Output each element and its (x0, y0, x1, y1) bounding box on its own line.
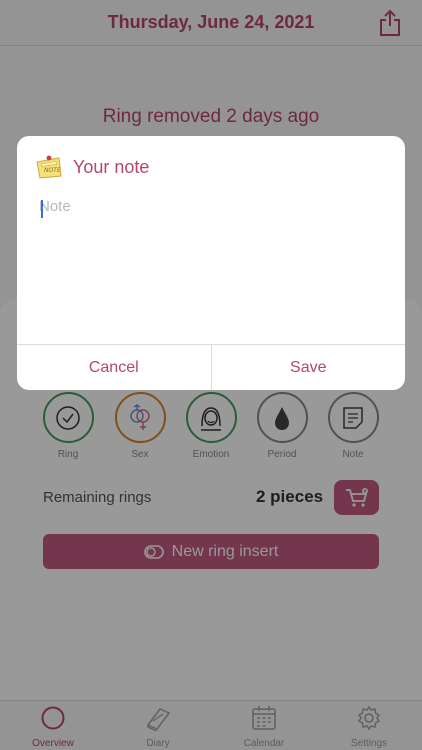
note-input[interactable] (39, 198, 379, 338)
sticky-note-icon: NOTE (36, 155, 62, 179)
dialog-header: NOTE Your note (35, 154, 149, 180)
dialog-title: Your note (73, 156, 150, 177)
cancel-button[interactable]: Cancel (17, 345, 212, 390)
note-dialog: NOTE Your note Cancel Save (17, 136, 405, 390)
text-caret (41, 200, 43, 218)
sticky-note-text: NOTE (44, 167, 61, 174)
dialog-footer: Cancel Save (17, 344, 405, 390)
save-button[interactable]: Save (212, 345, 406, 390)
